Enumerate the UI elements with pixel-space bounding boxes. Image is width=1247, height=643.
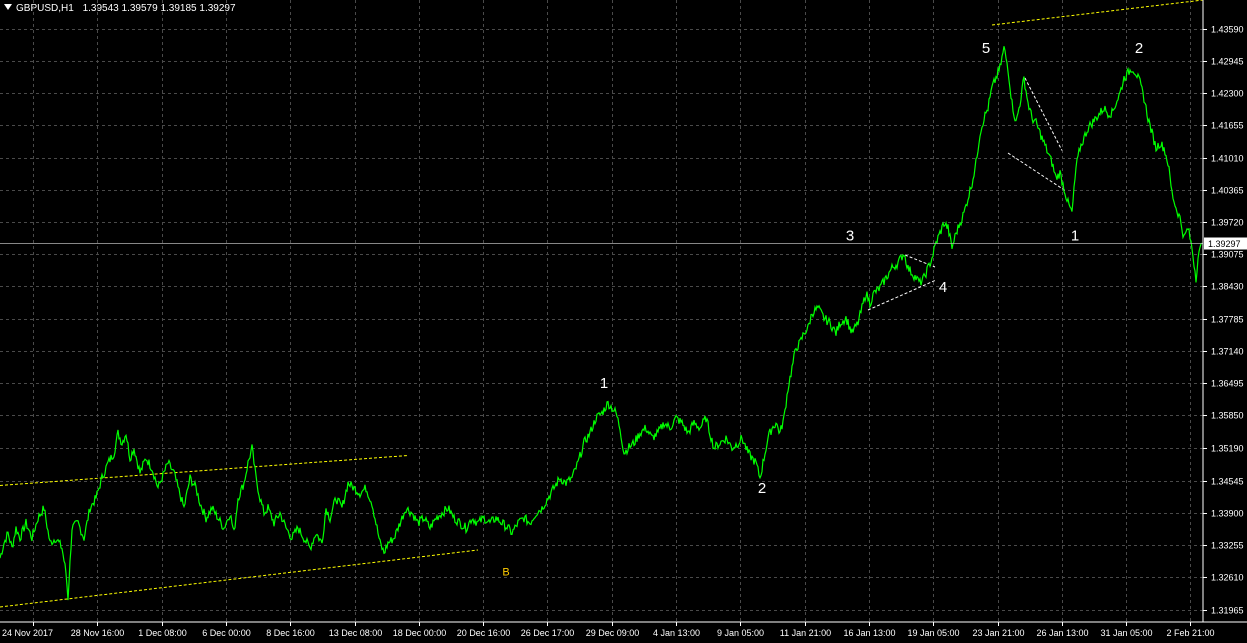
price-series-line (0, 46, 1203, 601)
wave-labels: 1 2 3 4 5 1 2 B (502, 40, 1143, 579)
y-tick-label: 1.35850 (1211, 411, 1244, 421)
y-tick-label: 1.34545 (1211, 477, 1244, 487)
wave-label: 4 (939, 279, 947, 296)
current-price-tag: 1.39297 (1204, 237, 1247, 250)
y-tick-label: 1.33255 (1211, 541, 1244, 551)
x-axis: 24 Nov 2017 28 Nov 16:00 1 Dec 08:00 6 Dec … (2, 622, 1215, 638)
y-tick-label: 1.41655 (1211, 121, 1244, 131)
x-tick-label: 9 Jan 05:00 (717, 628, 764, 638)
y-tick-label: 1.42300 (1211, 89, 1244, 99)
y-tick-label: 1.39720 (1211, 218, 1244, 228)
x-tick-label: 19 Jan 05:00 (907, 628, 959, 638)
wave-label: 2 (758, 480, 766, 497)
y-tick-label: 1.31965 (1211, 606, 1244, 616)
x-tick-label: 8 Dec 16:00 (266, 628, 315, 638)
y-tick-label: 1.32610 (1211, 573, 1244, 583)
wave-label: 1 (1071, 228, 1079, 245)
wave-label: B (502, 567, 509, 579)
y-tick-label: 1.42945 (1211, 57, 1244, 67)
x-tick-label: 26 Jan 13:00 (1036, 628, 1088, 638)
x-tick-label: 26 Dec 17:00 (521, 628, 575, 638)
y-tick-label: 1.39075 (1211, 250, 1244, 260)
x-tick-label: 18 Dec 00:00 (393, 628, 447, 638)
wave-label: 1 (600, 375, 608, 392)
y-tick-label: 1.41010 (1211, 154, 1244, 164)
trendline (1024, 77, 1063, 151)
x-tick-label: 6 Dec 00:00 (202, 628, 251, 638)
x-tick-label: 1 Dec 08:00 (138, 628, 187, 638)
trendline (991, 0, 1204, 26)
wave-label: 2 (1135, 40, 1143, 57)
price-chart[interactable]: 1234512B 1.435901.429451.423001.416551.4… (0, 0, 1247, 643)
x-tick-label: 31 Jan 05:00 (1100, 628, 1152, 638)
y-tick-label: 1.35190 (1211, 444, 1244, 454)
x-tick-label: 4 Jan 13:00 (653, 628, 700, 638)
wave-label: 3 (846, 228, 854, 245)
x-tick-label: 2 Feb 21:00 (1166, 628, 1214, 638)
y-tick-label: 1.43590 (1211, 25, 1244, 35)
y-tick-label: 1.36495 (1211, 379, 1244, 389)
y-tick-label: 1.38430 (1211, 282, 1244, 292)
x-tick-label: 20 Dec 16:00 (457, 628, 511, 638)
grid-lines (0, 0, 1203, 622)
x-tick-label: 13 Dec 08:00 (329, 628, 383, 638)
x-tick-label: 11 Jan 21:00 (780, 628, 831, 638)
trendline (0, 549, 479, 608)
x-tick-label: 16 Jan 13:00 (843, 628, 895, 638)
wave-label: 5 (982, 40, 990, 57)
x-tick-label: 23 Jan 21:00 (972, 628, 1024, 638)
y-tick-label: 1.37140 (1211, 347, 1244, 357)
trendlines (0, 0, 1204, 608)
y-tick-label: 1.37785 (1211, 315, 1244, 325)
y-tick-label: 1.40365 (1211, 186, 1244, 196)
y-tick-label: 1.33900 (1211, 509, 1244, 519)
x-tick-label: 29 Dec 09:00 (586, 628, 640, 638)
x-tick-label: 28 Nov 16:00 (71, 628, 125, 638)
current-price-label: 1.39297 (1208, 239, 1241, 249)
y-axis: 1.43590 1.42945 1.42300 1.41655 1.41010 1.403… (1203, 25, 1244, 616)
trendline (867, 280, 936, 311)
x-tick-label: 24 Nov 2017 (2, 628, 53, 638)
